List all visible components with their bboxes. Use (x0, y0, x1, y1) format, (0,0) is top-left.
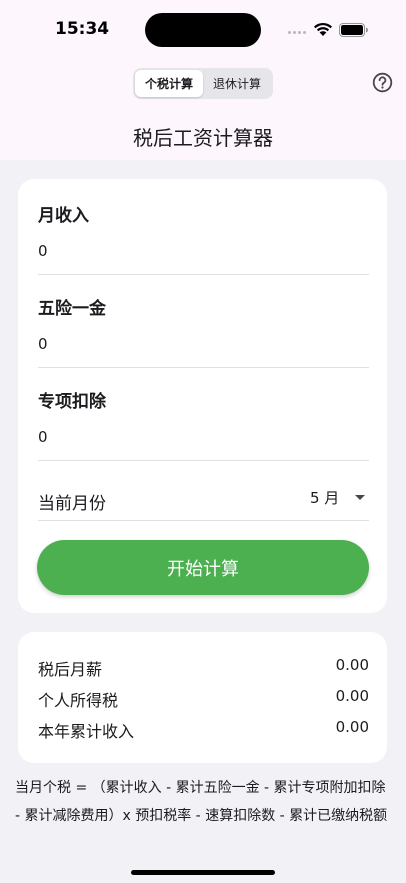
insurance-fund-input[interactable] (38, 330, 369, 358)
calculate-button[interactable]: 开始计算 (37, 540, 369, 595)
dynamic-island (145, 13, 261, 47)
input-form-card: 月收入 五险一金 专项扣除 当前月份 5 月 开始计算 (18, 179, 387, 613)
month-dropdown[interactable]: 5 月 (310, 487, 366, 508)
page-title: 税后工资计算器 (133, 126, 273, 150)
divider (38, 520, 369, 521)
special-deduction-label: 专项扣除 (38, 392, 106, 412)
help-icon[interactable] (372, 72, 393, 93)
divider (38, 274, 369, 275)
result-card: 税后月薪 0.00 个人所得税 0.00 本年累计收入 0.00 (18, 632, 387, 763)
status-time: 15:34 (55, 19, 110, 39)
dropdown-arrow-icon (355, 495, 366, 500)
insurance-fund-label: 五险一金 (38, 299, 106, 319)
result-row-net-salary: 税后月薪 0.00 (38, 656, 369, 680)
monthly-income-input[interactable] (38, 237, 369, 265)
result-label: 个人所得税 (38, 691, 119, 710)
result-label: 本年累计收入 (38, 722, 135, 741)
wifi-icon (314, 22, 332, 36)
result-label: 税后月薪 (38, 660, 103, 679)
current-month-label: 当前月份 (38, 494, 106, 514)
result-value: 0.00 (335, 687, 369, 705)
tax-formula-text: 当月个税 = （累计收入 - 累计五险一金 - 累计专项附加扣除 - 累计减除费… (15, 780, 388, 824)
cellular-signal-icon (288, 31, 306, 34)
result-row-income-tax: 个人所得税 0.00 (38, 687, 369, 711)
monthly-income-label: 月收入 (38, 206, 89, 226)
divider (38, 367, 369, 368)
result-value: 0.00 (335, 718, 369, 736)
battery-icon (339, 23, 368, 37)
tab-retirement[interactable]: 退休计算 (203, 70, 271, 97)
result-row-annual-income: 本年累计收入 0.00 (38, 718, 369, 742)
divider (38, 460, 369, 461)
tab-income-tax[interactable]: 个税计算 (135, 70, 203, 97)
special-deduction-input[interactable] (38, 423, 369, 451)
result-value: 0.00 (335, 656, 369, 674)
mode-segmented-control: 个税计算 退休计算 (133, 68, 273, 99)
month-dropdown-value: 5 月 (310, 489, 340, 507)
home-indicator (131, 870, 275, 875)
